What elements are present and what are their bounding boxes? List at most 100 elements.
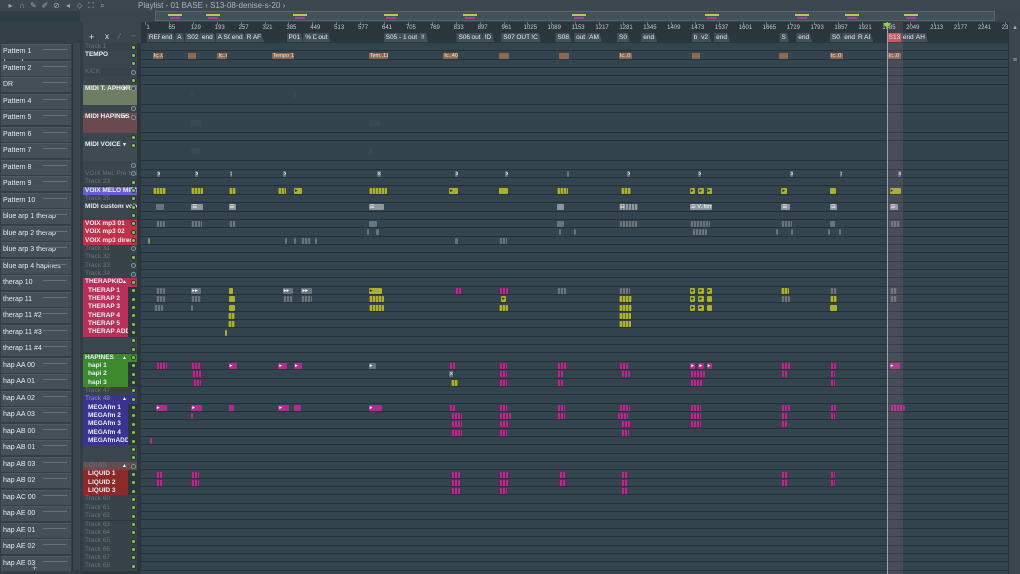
track-header[interactable]: Track 32 — [83, 253, 137, 262]
timeline-ruler[interactable]: 1 65 129 193 257 321 385 449 513 577 641 705 769 833 8… — [141, 22, 1015, 43]
track-lane[interactable] — [141, 546, 1008, 554]
track-header[interactable]: Track 23 — [83, 178, 137, 187]
pattern-item[interactable]: Pattern 2 — [1, 60, 71, 76]
track-header[interactable]: THERAPKID ▲ — [83, 278, 137, 287]
track-lane[interactable] — [141, 379, 1008, 387]
clip[interactable] — [690, 379, 704, 386]
clip[interactable] — [366, 229, 369, 236]
clip[interactable] — [781, 479, 789, 486]
clip[interactable] — [620, 187, 632, 194]
clip[interactable] — [775, 229, 778, 236]
marker[interactable]: S02 — [184, 33, 202, 42]
pattern-item[interactable]: Pattern 4 — [1, 93, 71, 109]
marker[interactable]: end — [796, 33, 813, 42]
clip[interactable] — [618, 287, 631, 294]
track-header[interactable]: MEGAfm 2 — [86, 411, 128, 421]
clip[interactable] — [193, 379, 201, 386]
clip[interactable]: ▸ — [368, 287, 382, 294]
clip[interactable] — [617, 413, 629, 420]
clip[interactable]: Ic..0 — [618, 52, 632, 59]
brush-icon[interactable]: ✐ — [41, 1, 50, 10]
clip[interactable] — [228, 287, 234, 294]
clip[interactable]: ▸ — [781, 187, 788, 194]
clip[interactable]: ▸ — [690, 363, 696, 370]
track-enable-icon[interactable] — [131, 355, 136, 360]
pattern-item[interactable]: hap AC 00 — [1, 489, 71, 505]
track-header[interactable]: THERAP ADD — [86, 328, 128, 337]
clip[interactable] — [499, 371, 507, 378]
zoom-icon[interactable]: ⛶ — [87, 1, 96, 10]
clip[interactable]: ▸ — [155, 404, 168, 411]
clip[interactable] — [191, 363, 201, 370]
track-enable-icon[interactable] — [131, 413, 136, 419]
clip[interactable] — [155, 204, 165, 211]
clip[interactable]: x — [789, 170, 793, 177]
clip[interactable] — [781, 221, 792, 228]
track-lane[interactable] — [141, 133, 1008, 142]
clip[interactable] — [282, 296, 294, 303]
track-enable-icon[interactable] — [131, 114, 136, 120]
scroll-up-icon[interactable]: ▴ — [1009, 22, 1020, 33]
clip[interactable] — [499, 404, 507, 411]
clip[interactable] — [191, 296, 201, 303]
track-header[interactable]: VOIX Mel. Pre MIDI — [83, 169, 137, 179]
track-header[interactable]: LIQUID 3 — [86, 487, 128, 496]
pattern-item[interactable]: blue arp 1 therap — [1, 209, 71, 224]
track-header[interactable]: Track 64 — [83, 528, 137, 538]
clip[interactable] — [314, 237, 317, 244]
magnet-icon[interactable]: ∩ — [18, 1, 27, 10]
pattern-item[interactable]: hap AA 00 — [1, 357, 71, 373]
stretch-icon[interactable]: ↔ — [130, 32, 137, 39]
clip[interactable] — [155, 479, 164, 486]
track-lane[interactable] — [141, 161, 1008, 170]
clip[interactable]: ☰ — [191, 204, 203, 211]
clip[interactable] — [691, 52, 700, 59]
marker[interactable]: end — [199, 33, 216, 42]
clip[interactable]: x — [156, 170, 160, 177]
clip[interactable] — [691, 229, 707, 236]
track-header[interactable]: THERAP 1 — [86, 286, 128, 296]
track-header[interactable] — [83, 104, 137, 114]
track-lane[interactable] — [141, 395, 1008, 404]
clip[interactable] — [155, 221, 166, 228]
pattern-list-scrollbar[interactable] — [72, 43, 80, 570]
track-header[interactable]: hapi 3 — [86, 378, 128, 387]
track-header[interactable]: MIDI VOICE ▼ — [83, 141, 137, 162]
marker[interactable]: end — [641, 33, 658, 42]
clip[interactable] — [829, 404, 838, 411]
clip[interactable] — [450, 479, 461, 486]
track-lane[interactable] — [141, 253, 1008, 262]
clip[interactable] — [278, 187, 286, 194]
pattern-item[interactable]: blue arp 4 hapines — [1, 258, 71, 274]
clip[interactable] — [690, 421, 702, 428]
track-lane[interactable] — [141, 495, 1008, 504]
track-lane[interactable]: ▸ ▸ ▸ ▸ — [141, 404, 1008, 412]
clip[interactable]: ▸ — [706, 287, 712, 294]
track-lane[interactable] — [141, 412, 1008, 421]
pattern-item[interactable]: hap AB 00 — [1, 423, 71, 439]
clip[interactable]: Tem..110 — [368, 52, 389, 59]
clip[interactable] — [148, 237, 151, 244]
track-enable-icon[interactable] — [131, 142, 136, 148]
playhead-marker-icon[interactable] — [882, 23, 891, 28]
clip[interactable] — [376, 229, 380, 236]
track-enable-icon[interactable] — [131, 296, 136, 302]
track-enable-icon[interactable] — [131, 329, 136, 335]
track-header[interactable]: MIDI HAPINES ▼ — [83, 113, 137, 134]
track-enable-icon[interactable] — [131, 522, 136, 527]
draw-icon[interactable]: ⁄ — [119, 32, 120, 41]
mute-icon[interactable]: ⊘ — [52, 1, 61, 10]
clip[interactable]: ▸▸ — [282, 287, 294, 294]
clip[interactable]: ▸ — [501, 296, 506, 303]
clip[interactable]: x — [283, 170, 287, 177]
clip[interactable] — [368, 304, 384, 311]
clip[interactable] — [557, 404, 565, 411]
clip[interactable] — [368, 120, 380, 127]
track-lane[interactable] — [141, 504, 1008, 513]
clip[interactable] — [227, 321, 235, 328]
track-header[interactable]: MEGAfm 1 — [86, 403, 128, 412]
clip[interactable] — [368, 296, 384, 303]
clip[interactable] — [620, 421, 632, 428]
track-enable-icon[interactable] — [131, 254, 136, 260]
track-lane[interactable] — [141, 345, 1008, 354]
